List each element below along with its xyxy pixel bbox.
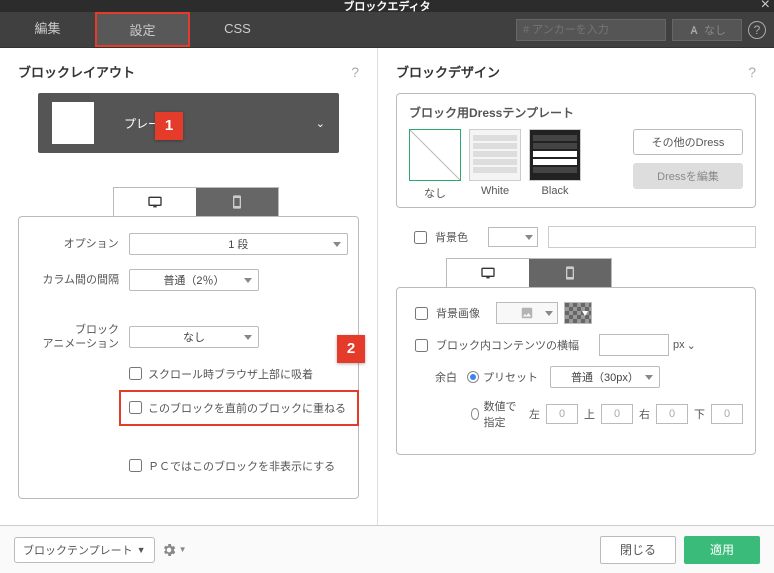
bgcolor-value[interactable] <box>548 226 756 248</box>
design-device-mobile[interactable] <box>529 259 611 287</box>
option-label: オプション <box>19 237 129 251</box>
margin-top-label: 上 <box>584 406 595 422</box>
margin-right-label: 右 <box>639 406 650 422</box>
bgimage-checkbox[interactable] <box>415 307 428 320</box>
block-template-dropdown[interactable]: ブロックテンプレート▼ <box>14 537 155 563</box>
gap-select[interactable]: 普通（2％） <box>129 269 259 291</box>
font-select[interactable]: なし <box>672 19 742 41</box>
margin-bottom-label: 下 <box>694 406 705 422</box>
overlap-checkbox[interactable] <box>129 401 142 414</box>
dress-template-white[interactable]: White <box>469 129 521 197</box>
preset-label: プリセット <box>483 369 538 385</box>
dress-title: ブロック用Dressテンプレート <box>409 104 743 121</box>
tab-settings[interactable]: 設定 <box>95 12 190 47</box>
tab-css[interactable]: CSS <box>190 12 285 47</box>
bgimage-label: 背景画像 <box>436 305 480 321</box>
tab-settings-label: 設定 <box>129 23 155 38</box>
numeric-label: 数値で指定 <box>483 398 519 430</box>
design-device-desktop[interactable] <box>447 259 529 287</box>
help-icon[interactable]: ? <box>748 21 766 39</box>
contentwidth-checkbox[interactable] <box>415 339 428 352</box>
device-tab-mobile[interactable] <box>196 188 278 216</box>
left-section-title: ブロックレイアウト <box>18 62 135 81</box>
bgimage-color[interactable] <box>564 302 592 324</box>
apply-button[interactable]: 適用 <box>684 536 760 564</box>
anim-select[interactable]: なし <box>129 326 259 348</box>
right-section-title: ブロックデザイン <box>396 62 500 81</box>
font-value: なし <box>704 22 726 38</box>
other-dress-button[interactable]: その他のDress <box>633 129 743 155</box>
layout-name: プレーン <box>124 115 316 132</box>
margin-right-input[interactable]: 0 <box>656 404 688 424</box>
gap-label: カラム間の間隔 <box>19 273 129 287</box>
gear-icon[interactable]: ▼ <box>161 542 187 558</box>
margin-bottom-input[interactable]: 0 <box>711 404 743 424</box>
chevron-down-icon: ⌄ <box>316 117 325 130</box>
callout-badge-1: 1 <box>155 112 183 140</box>
callout-badge-2: 2 <box>337 335 365 363</box>
preset-radio[interactable] <box>467 371 479 383</box>
dress-template-none[interactable]: なし <box>409 129 461 201</box>
anim-label: ブロックアニメーション <box>19 323 129 352</box>
help-icon[interactable]: ? <box>351 64 359 80</box>
hide-pc-label: ＰＣではこのブロックを非表示にする <box>148 458 335 474</box>
margin-top-input[interactable]: 0 <box>601 404 633 424</box>
bgcolor-label: 背景色 <box>435 229 468 245</box>
bgimage-select[interactable] <box>496 302 558 324</box>
contentwidth-label: ブロック内コンテンツの横幅 <box>436 337 579 353</box>
bgcolor-checkbox[interactable] <box>414 231 427 244</box>
device-tab-desktop[interactable] <box>114 188 196 216</box>
layout-selector[interactable]: プレーン ⌄ <box>38 93 339 153</box>
scroll-stick-checkbox[interactable] <box>129 367 142 380</box>
help-icon[interactable]: ? <box>748 64 756 80</box>
close-button[interactable]: 閉じる <box>600 536 676 564</box>
margin-label: 余白 <box>435 369 457 385</box>
edit-dress-button[interactable]: Dressを編集 <box>633 163 743 189</box>
preset-select[interactable]: 普通（30px） <box>550 366 660 388</box>
overlap-label: このブロックを直前のブロックに重ねる <box>148 400 346 416</box>
anchor-input[interactable] <box>516 19 666 41</box>
dress-template-black[interactable]: Black <box>529 129 581 197</box>
hide-pc-checkbox[interactable] <box>129 459 142 472</box>
contentwidth-input[interactable] <box>599 334 669 356</box>
scroll-stick-label: スクロール時ブラウザ上部に吸着 <box>148 366 313 382</box>
bgcolor-select[interactable] <box>488 227 538 247</box>
tab-edit[interactable]: 編集 <box>0 12 95 47</box>
layout-thumb <box>52 102 94 144</box>
numeric-radio[interactable] <box>471 408 479 420</box>
margin-left-input[interactable]: 0 <box>546 404 578 424</box>
margin-left-label: 左 <box>529 406 540 422</box>
option-select[interactable]: 1 段 <box>129 233 348 255</box>
contentwidth-unit[interactable]: px ⌄ <box>673 339 696 352</box>
